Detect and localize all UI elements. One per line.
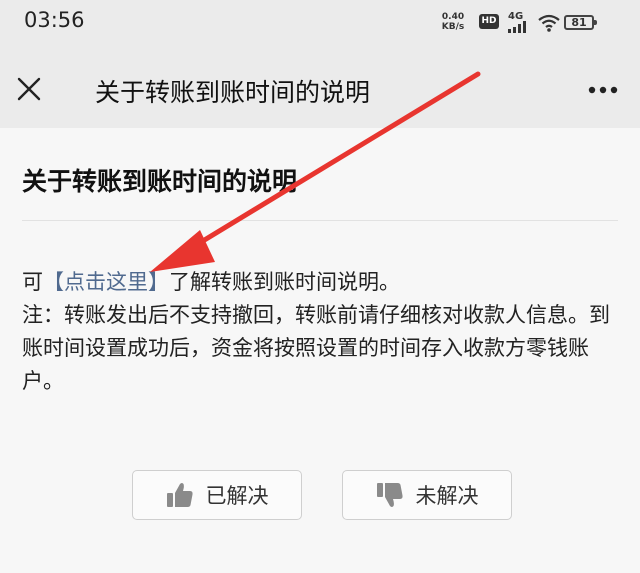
status-bar: 03:56 0.40 KB/s HD 4G 81 [0,0,640,50]
article-line-1: 可【点击这里】了解转账到账时间说明。 [22,266,622,299]
battery-icon: 81 [564,15,597,30]
thumbs-down-icon [376,483,403,507]
hd-icon: HD [479,14,499,29]
article-body: 可【点击这里】了解转账到账时间说明。 注：转账发出后不支持撤回，转账前请仔细核对… [22,266,622,398]
line1-suffix: 了解转账到账时间说明。 [169,270,400,294]
unsolved-label: 未解决 [415,484,479,508]
network-speed-value: 0.40 [441,12,465,22]
divider [22,220,618,221]
article-content: 关于转账到账时间的说明 可【点击这里】了解转账到账时间说明。 注：转账发出后不支… [0,128,640,573]
article-note: 注：转账发出后不支持撤回，转账前请仔细核对收款人信息。到账时间设置成功后，资金将… [22,303,610,393]
status-time: 03:56 [24,8,85,32]
thumbs-up-icon [166,483,193,507]
network-speed: 0.40 KB/s [438,12,468,32]
wifi-icon [538,14,560,32]
article-title: 关于转账到账时间的说明 [22,167,298,196]
nav-bar: 关于转账到账时间的说明 [0,50,640,128]
solved-button[interactable]: 已解决 [132,470,302,520]
close-icon[interactable] [17,77,41,101]
signal-icon [508,21,526,33]
network-speed-unit: KB/s [441,22,465,32]
click-here-link[interactable]: 【点击这里】 [43,270,169,294]
line1-prefix: 可 [22,270,43,294]
battery-level: 81 [571,16,587,29]
solved-label: 已解决 [205,484,269,508]
nav-title: 关于转账到账时间的说明 [95,78,371,107]
unsolved-button[interactable]: 未解决 [342,470,512,520]
more-icon[interactable] [588,86,618,94]
